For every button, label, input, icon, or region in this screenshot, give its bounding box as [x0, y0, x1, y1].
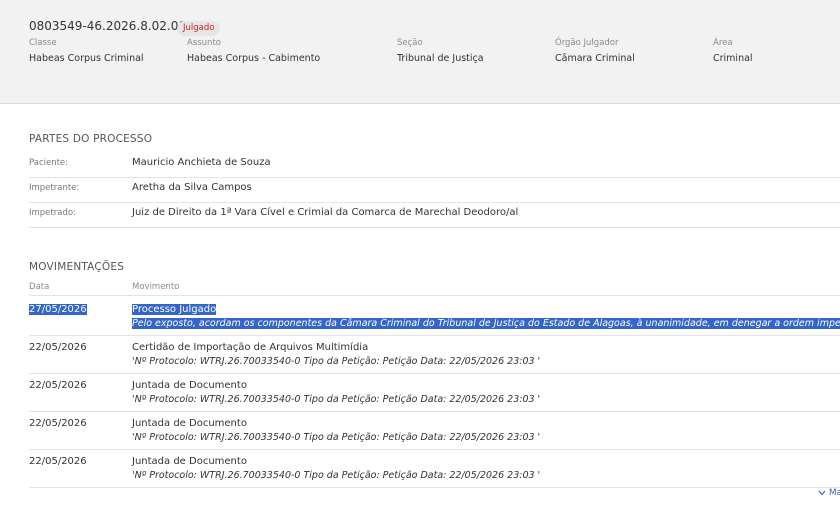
chevron-down-icon	[818, 490, 826, 495]
party-label: Impetrante:	[29, 183, 80, 193]
field-assunto: Assunto Habeas Corpus - Cabimento	[187, 38, 320, 64]
column-header-date: Data	[29, 282, 50, 292]
party-row-impetrado: Impetrado: Juiz de Direito da 1ª Vara Cí…	[29, 202, 840, 228]
party-label: Paciente:	[29, 158, 69, 168]
movement-description: 'Nº Protocolo: WTRJ.26.70033540-0 Tipo d…	[132, 432, 541, 443]
party-value: Mauricio Anchieta de Souza	[132, 157, 271, 168]
movement-description: 'Nº Protocolo: WTRJ.26.70033540-0 Tipo d…	[132, 394, 541, 405]
field-value: Câmara Criminal	[555, 53, 635, 64]
parties-section-title: PARTES DO PROCESSO	[29, 133, 153, 145]
more-movements-link[interactable]: Ma	[818, 488, 840, 498]
field-secao: Seção Tribunal de Justiça	[397, 38, 484, 64]
field-value: Criminal	[713, 53, 753, 64]
movement-date: 22/05/2026	[29, 380, 87, 391]
field-label: Seção	[397, 38, 423, 48]
field-orgao-julgador: Órgão Julgador Câmara Criminal	[555, 38, 635, 64]
movement-description: Pelo exposto, acordam os componentes da …	[132, 318, 840, 329]
more-movements-label: Ma	[828, 488, 840, 498]
field-label: Assunto	[187, 38, 221, 48]
movements-section-title: MOVIMENTAÇÕES	[29, 261, 125, 273]
status-badge: Julgado	[177, 21, 221, 36]
field-label: Órgão Julgador	[555, 38, 619, 48]
field-label: Classe	[29, 38, 57, 48]
column-header-movement: Movimento	[132, 282, 180, 292]
field-value: Habeas Corpus Criminal	[29, 53, 144, 64]
movement-date: 22/05/2026	[29, 456, 87, 467]
field-label: Área	[713, 38, 733, 48]
party-value: Aretha da Silva Campos	[132, 182, 252, 193]
movement-title: Juntada de Documento	[132, 418, 247, 429]
case-number: 0803549-46.2026.8.02.0000	[29, 19, 202, 33]
field-value: Tribunal de Justiça	[397, 53, 484, 64]
field-area: Área Criminal	[713, 38, 753, 64]
movement-description: 'Nº Protocolo: WTRJ.26.70033540-0 Tipo d…	[132, 356, 541, 367]
party-row-impetrante: Impetrante: Aretha da Silva Campos	[29, 177, 840, 203]
movement-title: Juntada de Documento	[132, 456, 247, 467]
case-header: 0803549-46.2026.8.02.0000 Julgado Classe…	[0, 0, 840, 104]
movement-date: 22/05/2026	[29, 418, 87, 429]
movement-title: Certidão de Importação de Arquivos Multi…	[132, 342, 369, 353]
movement-date: 22/05/2026	[29, 342, 87, 353]
movement-row[interactable]: 27/05/2026 Processo Julgado Pelo exposto…	[29, 297, 840, 336]
movement-description: 'Nº Protocolo: WTRJ.26.70033540-0 Tipo d…	[132, 470, 541, 481]
movement-date: 27/05/2026	[29, 304, 87, 315]
movement-title: Processo Julgado	[132, 304, 217, 315]
party-row-paciente: Paciente: Mauricio Anchieta de Souza	[29, 152, 840, 178]
movement-title: Juntada de Documento	[132, 380, 247, 391]
movement-row[interactable]: 22/05/2026 Juntada de Documento 'Nº Prot…	[29, 411, 840, 450]
party-label: Impetrado:	[29, 208, 76, 218]
header-divider	[29, 295, 840, 296]
field-value: Habeas Corpus - Cabimento	[187, 53, 321, 64]
movement-row[interactable]: 22/05/2026 Certidão de Importação de Arq…	[29, 335, 840, 374]
field-classe: Classe Habeas Corpus Criminal	[29, 38, 144, 64]
party-value: Juiz de Direito da 1ª Vara Cível e Crimi…	[132, 207, 519, 218]
movement-row[interactable]: 22/05/2026 Juntada de Documento 'Nº Prot…	[29, 449, 840, 488]
movement-row[interactable]: 22/05/2026 Juntada de Documento 'Nº Prot…	[29, 373, 840, 412]
